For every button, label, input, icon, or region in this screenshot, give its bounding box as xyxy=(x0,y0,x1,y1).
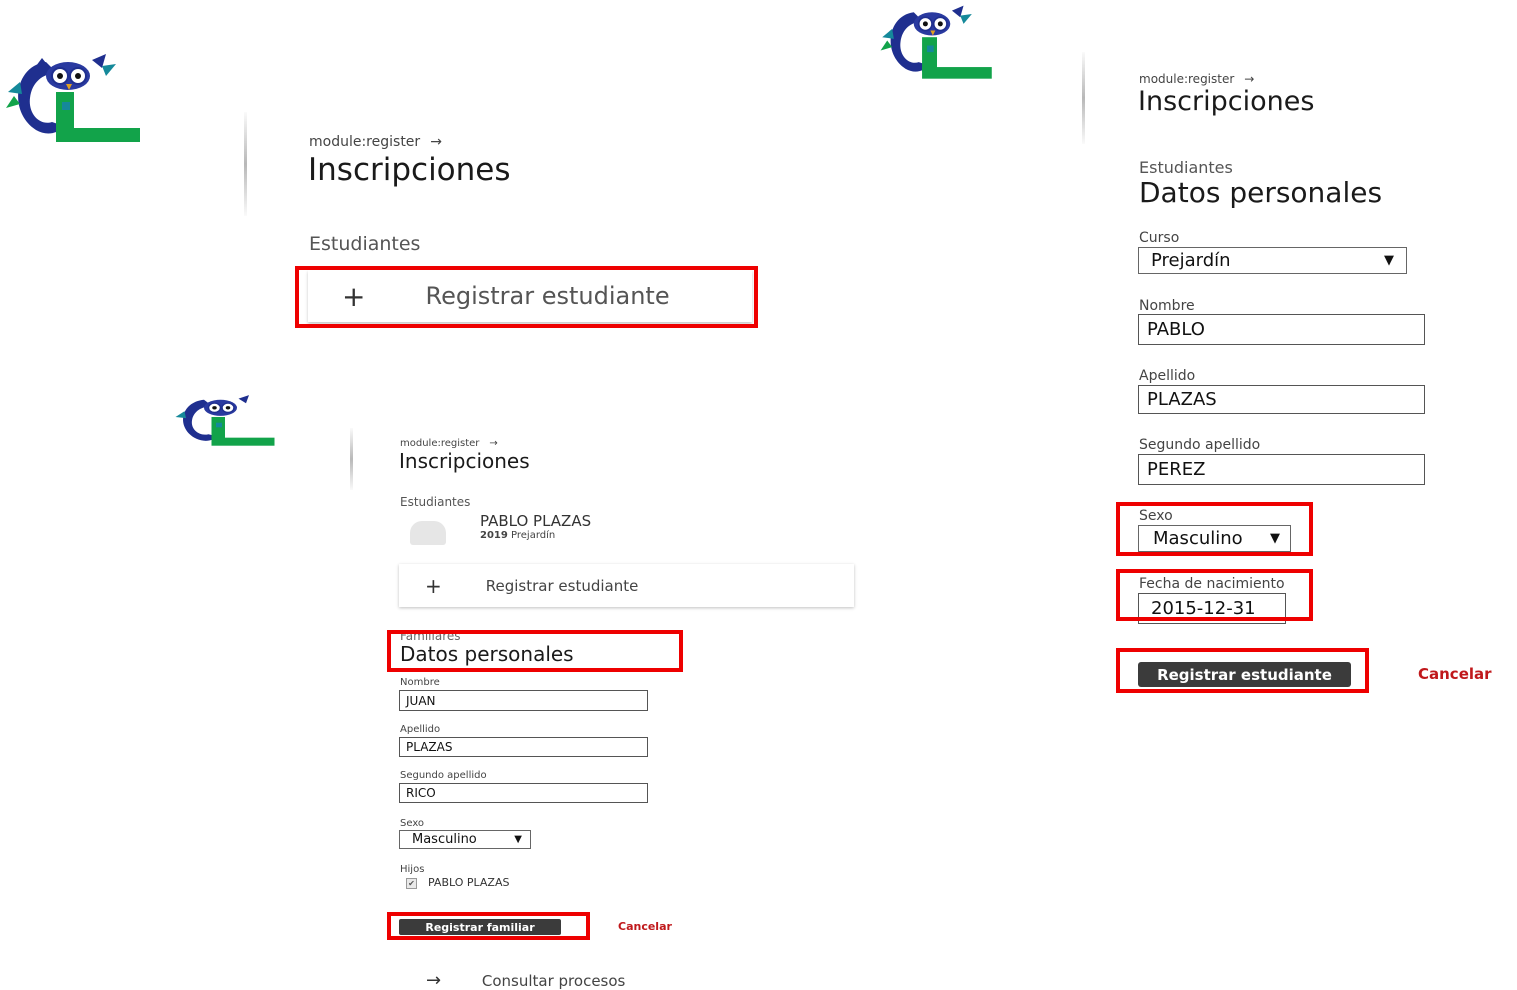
breadcrumb-arrow-icon: → xyxy=(1244,72,1255,86)
segundo-apellido-field[interactable]: RICO xyxy=(399,783,648,803)
breadcrumb[interactable]: module:register → xyxy=(400,438,498,449)
apellido-label: Apellido xyxy=(400,724,441,735)
nombre-value: JUAN xyxy=(406,693,436,708)
school-logo xyxy=(6,54,140,142)
apellido-field[interactable]: PLAZAS xyxy=(1138,385,1425,414)
school-logo xyxy=(880,5,992,79)
register-student-label: Registrar estudiante xyxy=(485,576,639,595)
arrow-right-icon: → xyxy=(426,970,442,990)
sexo-value: Masculino xyxy=(412,832,477,847)
student-list-item[interactable]: PABLO PLAZAS 2019 Prejardín xyxy=(480,512,591,541)
consult-processes-label: Consultar procesos xyxy=(481,972,626,990)
highlight-box xyxy=(387,630,683,672)
nombre-field[interactable]: PABLO xyxy=(1138,314,1425,345)
school-logo xyxy=(175,395,275,446)
hijo-checkbox[interactable]: ✔ xyxy=(406,878,417,889)
highlight-box xyxy=(1116,569,1313,621)
panel-divider xyxy=(244,112,247,216)
segundo-apellido-value: PEREZ xyxy=(1147,459,1206,480)
section-label: Estudiantes xyxy=(309,233,421,255)
nombre-field[interactable]: JUAN xyxy=(399,690,648,711)
student-avatar xyxy=(410,521,446,545)
panel-divider xyxy=(350,428,353,490)
hijo-name: PABLO PLAZAS xyxy=(428,876,510,889)
nombre-value: PABLO xyxy=(1147,319,1205,340)
curso-select[interactable]: Prejardín ▼ xyxy=(1138,247,1407,274)
cancel-link[interactable]: Cancelar xyxy=(1418,665,1492,683)
segundo-apellido-value: RICO xyxy=(406,786,436,800)
chevron-down-icon: ▼ xyxy=(1384,253,1394,268)
sexo-select[interactable]: Masculino ▼ xyxy=(399,830,531,849)
student-course: Prejardín xyxy=(511,530,556,541)
section-label: Estudiantes xyxy=(1139,158,1233,177)
apellido-field[interactable]: PLAZAS xyxy=(399,737,648,757)
segundo-apellido-label: Segundo apellido xyxy=(1139,437,1261,453)
page-title: Inscripciones xyxy=(399,449,530,473)
segundo-apellido-field[interactable]: PEREZ xyxy=(1138,454,1425,485)
plus-icon: + xyxy=(425,573,442,598)
consult-processes-link[interactable]: → Consultar procesos xyxy=(426,970,625,990)
page-title: Inscripciones xyxy=(1138,86,1315,117)
breadcrumb-text[interactable]: module:register xyxy=(309,134,420,150)
apellido-label: Apellido xyxy=(1139,368,1196,384)
panel-divider xyxy=(1082,52,1085,144)
breadcrumb-arrow-icon: → xyxy=(489,438,498,449)
chevron-down-icon: ▼ xyxy=(514,834,522,845)
highlight-box xyxy=(1116,502,1313,556)
student-year: 2019 xyxy=(480,530,508,541)
register-student-button[interactable]: + Registrar estudiante xyxy=(399,564,854,607)
breadcrumb[interactable]: module:register → xyxy=(1139,72,1254,86)
curso-value: Prejardín xyxy=(1151,250,1231,271)
highlight-box xyxy=(387,912,590,940)
form-subtitle: Datos personales xyxy=(1139,176,1383,209)
highlight-box xyxy=(1116,648,1369,693)
highlight-box xyxy=(295,266,758,328)
apellido-value: PLAZAS xyxy=(1147,389,1217,410)
student-name: PABLO PLAZAS xyxy=(480,512,592,530)
breadcrumb-text[interactable]: module:register xyxy=(400,438,479,449)
cancel-link[interactable]: Cancelar xyxy=(618,920,672,933)
hijos-label: Hijos xyxy=(400,864,425,875)
nombre-label: Nombre xyxy=(400,677,440,688)
breadcrumb[interactable]: module:register → xyxy=(309,134,442,150)
segundo-apellido-label: Segundo apellido xyxy=(400,770,487,781)
nombre-label: Nombre xyxy=(1139,298,1195,314)
sexo-label: Sexo xyxy=(400,818,425,829)
breadcrumb-arrow-icon: → xyxy=(430,134,442,150)
apellido-value: PLAZAS xyxy=(406,740,453,754)
section-label: Estudiantes xyxy=(400,495,471,509)
page-title: Inscripciones xyxy=(308,152,511,188)
curso-label: Curso xyxy=(1139,230,1180,246)
breadcrumb-text[interactable]: module:register xyxy=(1139,72,1234,86)
